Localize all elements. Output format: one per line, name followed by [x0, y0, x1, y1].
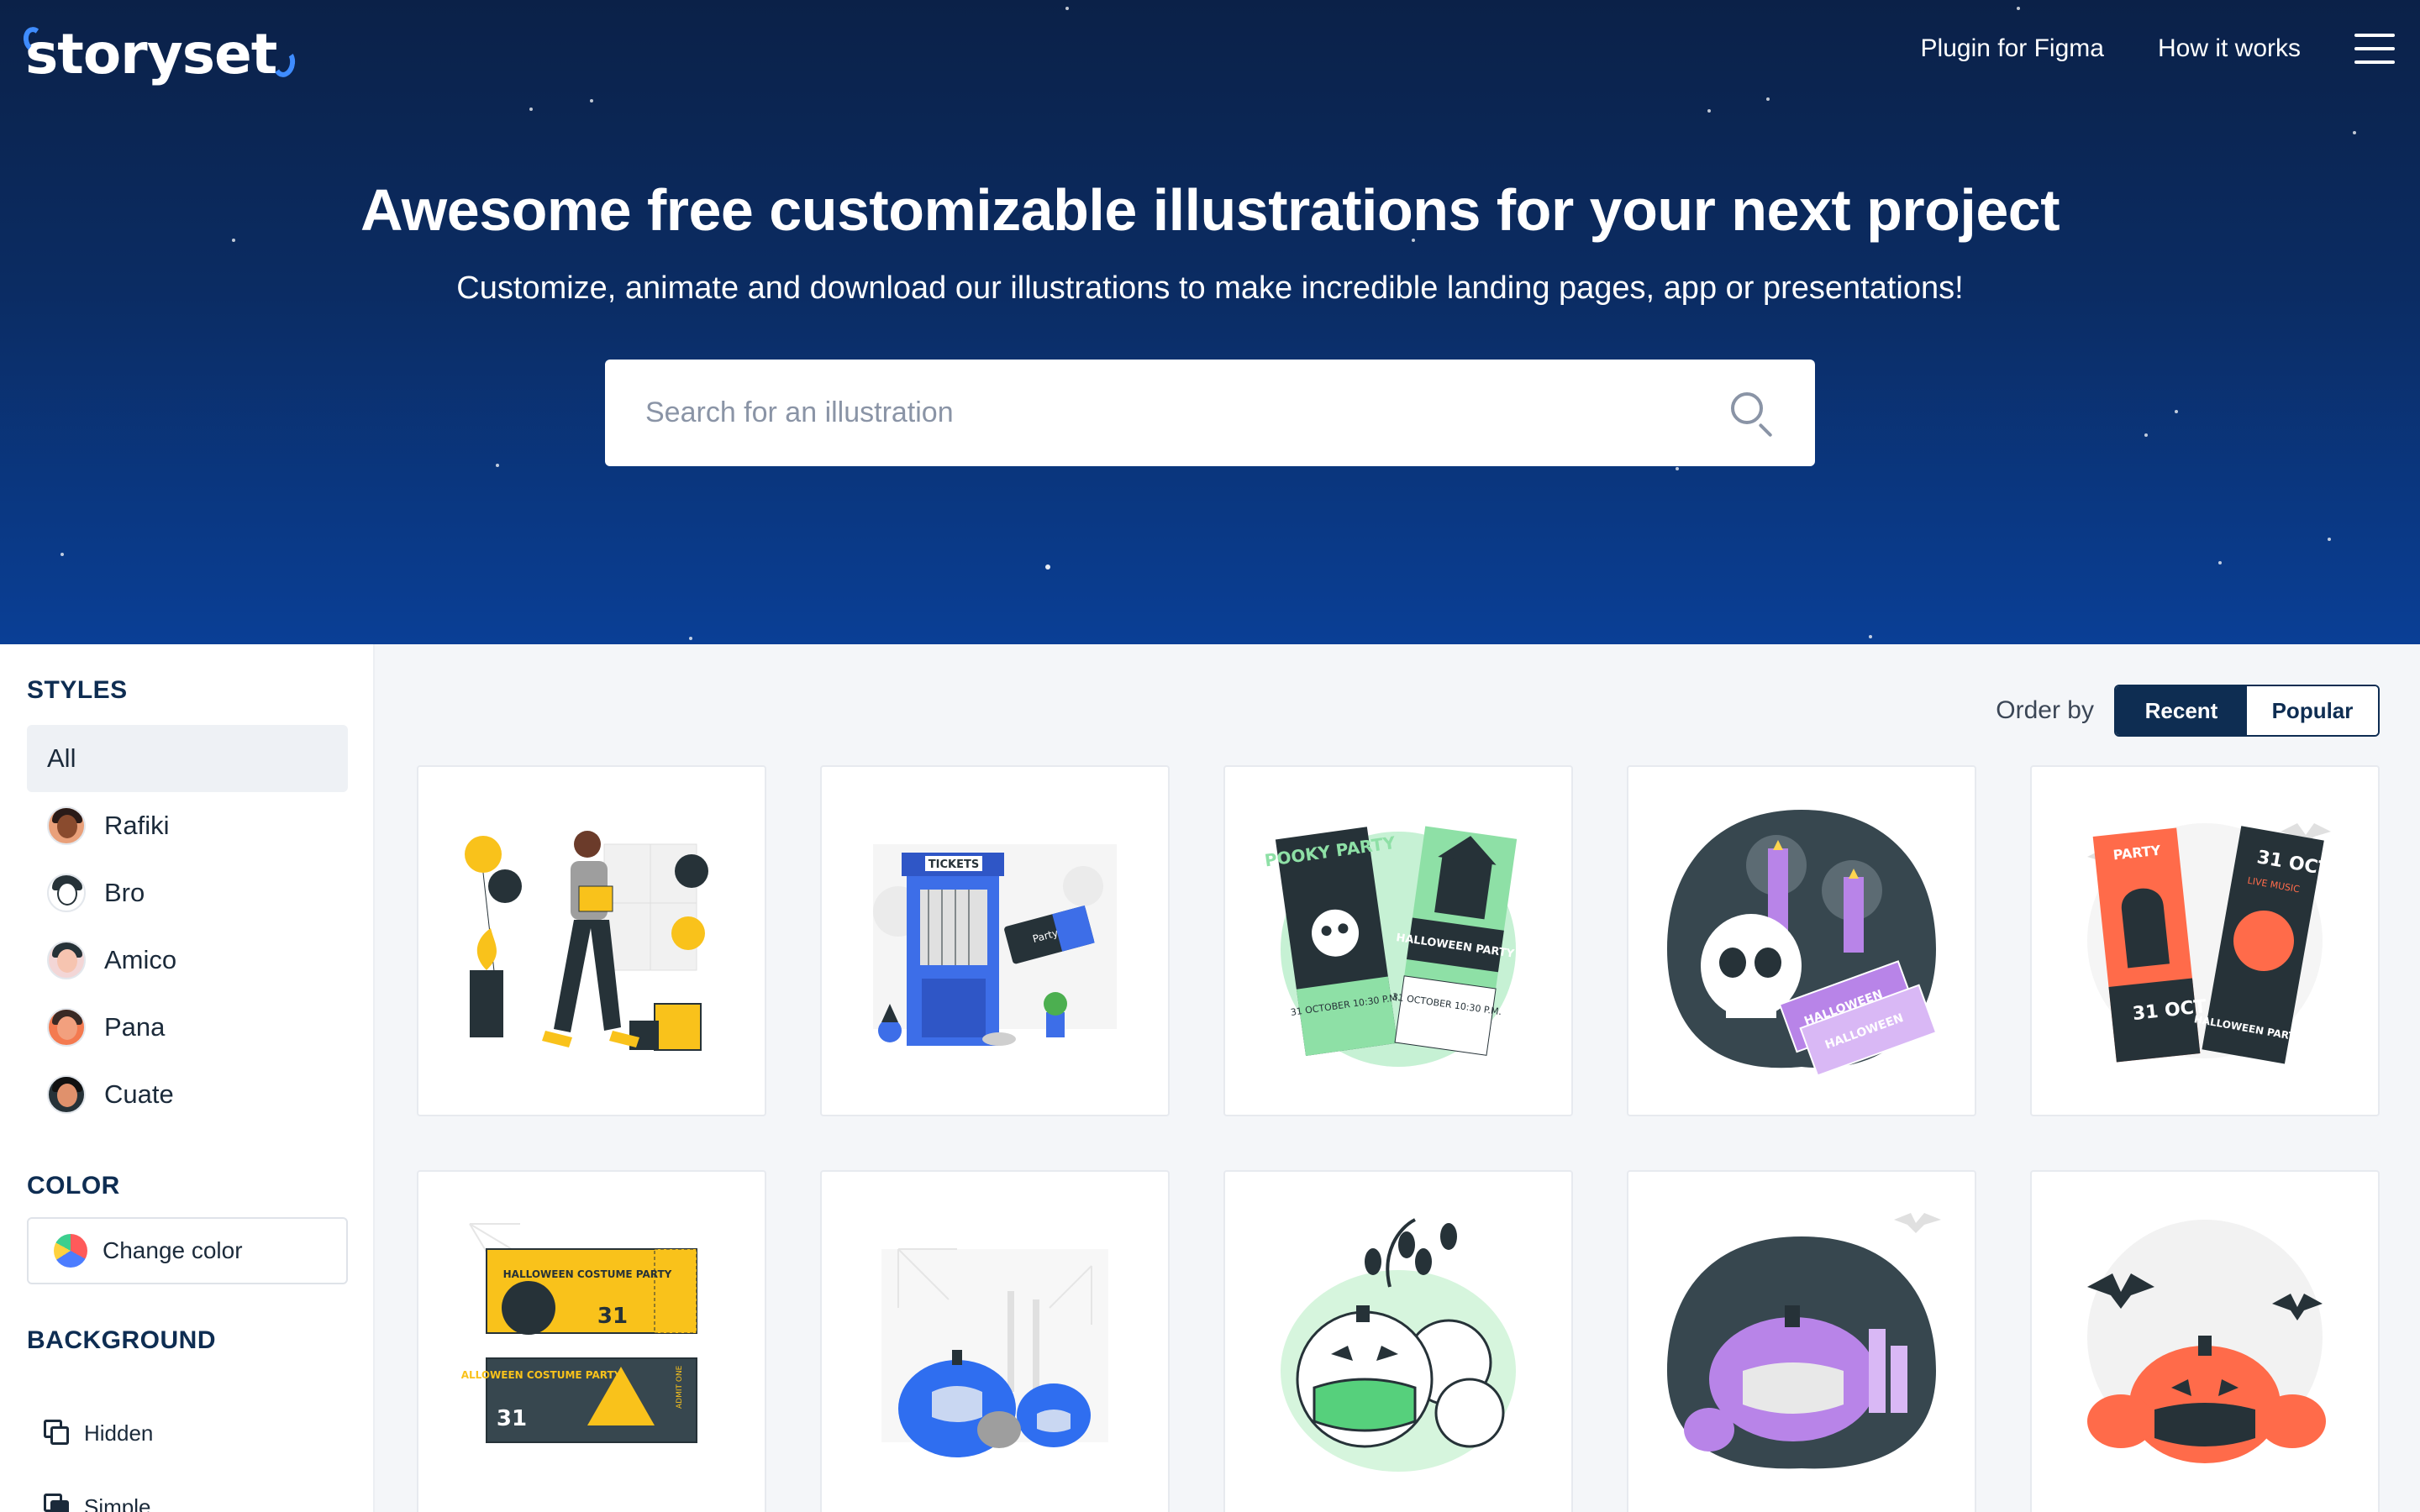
star	[2218, 561, 2222, 564]
style-label: Pana	[104, 1012, 166, 1042]
ticket-date-text: 31	[597, 1304, 628, 1329]
illustration-card[interactable]	[1627, 1170, 1976, 1512]
search-bar	[605, 360, 1815, 466]
star	[2328, 538, 2331, 541]
background-hidden[interactable]: Hidden	[44, 1412, 153, 1454]
style-label: All	[47, 743, 76, 773]
color-heading: COLOR	[27, 1172, 120, 1200]
order-recent-button[interactable]: Recent	[2116, 686, 2247, 735]
style-label: Rafiki	[104, 811, 170, 840]
background-option-label: Simple	[84, 1494, 151, 1512]
masked-purple-pumpkin-illustration	[1667, 1213, 1941, 1469]
style-label: Bro	[104, 878, 145, 907]
illustration-card[interactable]: HALLOWEEN COSTUME PARTY 31 HALLOWEEN COS…	[417, 1170, 766, 1512]
styles-heading: STYLES	[27, 676, 128, 704]
order-popular-button[interactable]: Popular	[2247, 686, 2378, 735]
layers-filled-icon	[44, 1494, 71, 1512]
star	[529, 108, 533, 111]
style-bro[interactable]: Bro	[27, 859, 348, 927]
hero-title: Awesome free customizable illustrations …	[360, 177, 2060, 243]
star	[1045, 564, 1050, 570]
filters-sidebar: STYLES All Rafiki Bro Amico Pana Cuate C…	[0, 644, 375, 1512]
star	[1676, 467, 1679, 470]
style-label: Amico	[104, 945, 177, 974]
style-pana[interactable]: Pana	[27, 994, 348, 1061]
pana-avatar	[47, 1008, 86, 1047]
menu-icon[interactable]	[2354, 34, 2395, 64]
star	[689, 637, 692, 640]
order-by-control: Order by Recent Popular	[1996, 685, 2380, 737]
change-color-button[interactable]: Change color	[27, 1217, 348, 1284]
star	[1869, 635, 1872, 638]
style-all[interactable]: All	[27, 725, 348, 792]
star	[1065, 7, 1069, 10]
star	[2353, 131, 2356, 134]
background-option-label: Hidden	[84, 1420, 154, 1446]
star	[2144, 433, 2148, 437]
skull-candles-tickets-illustration: HALLOWEEN HALLOWEEN	[1667, 810, 1938, 1077]
illustration-card[interactable]: SPOOKY PARTY 31 OCTOBER 10:30 P.M. HALLO…	[1223, 765, 1573, 1116]
illustration-card[interactable]: PARTY 31 OCT 31 OCT LIVE MUSIC HALLOWEEN…	[2030, 765, 2380, 1116]
rafiki-avatar	[47, 806, 86, 845]
change-color-label: Change color	[103, 1237, 243, 1263]
search-icon[interactable]	[1729, 391, 1775, 438]
storyset-logo[interactable]: storyset	[21, 20, 298, 87]
party-tombstone-tickets-illustration: PARTY 31 OCT 31 OCT LIVE MUSIC HALLOWEEN…	[2087, 823, 2332, 1064]
star	[496, 464, 499, 467]
nav-how-it-works[interactable]: How it works	[2158, 34, 2301, 63]
star	[2017, 7, 2020, 10]
order-by-label: Order by	[1996, 696, 2094, 724]
illustration-card[interactable]	[2030, 1170, 2380, 1512]
search-input[interactable]	[645, 396, 1729, 429]
masked-blue-pumpkins-illustration	[881, 1248, 1108, 1457]
illustration-card[interactable]	[1223, 1170, 1573, 1512]
logo-text: storyset	[25, 21, 277, 87]
ticket-title-text: HALLOWEEN COSTUME PARTY	[461, 1369, 622, 1381]
halloween-costume-party-tickets-illustration: HALLOWEEN COSTUME PARTY 31 HALLOWEEN COS…	[461, 1223, 697, 1443]
styles-list: All Rafiki Bro Amico Pana Cuate	[27, 725, 348, 1128]
cuate-avatar	[47, 1075, 86, 1114]
booth-sign-text: TICKETS	[929, 858, 979, 871]
amico-avatar	[47, 941, 86, 979]
spooky-party-tickets-illustration: SPOOKY PARTY 31 OCTOBER 10:30 P.M. HALLO…	[1264, 826, 1518, 1067]
layers-icon	[44, 1420, 71, 1446]
ticket-date-text: 31	[497, 1406, 527, 1431]
style-amico[interactable]: Amico	[27, 927, 348, 994]
star	[60, 553, 64, 556]
color-wheel-icon	[54, 1234, 87, 1268]
illustration-gallery: Order by Recent Popular TICKETS Party SP…	[375, 644, 2420, 1512]
star	[2175, 410, 2178, 413]
nav-plugin-for-figma[interactable]: Plugin for Figma	[1921, 34, 2104, 63]
illustration-card[interactable]	[820, 1170, 1170, 1512]
masked-orange-pumpkin-illustration	[2087, 1220, 2326, 1463]
illustration-card[interactable]	[417, 765, 766, 1116]
ticket-title-text: HALLOWEEN COSTUME PARTY	[503, 1268, 672, 1280]
style-rafiki[interactable]: Rafiki	[27, 792, 348, 859]
illustration-card[interactable]: HALLOWEEN HALLOWEEN	[1627, 765, 1976, 1116]
background-heading: BACKGROUND	[27, 1326, 216, 1354]
hero-banner: storyset Plugin for Figma How it works A…	[0, 0, 2420, 644]
bro-avatar	[47, 874, 86, 912]
star	[590, 99, 593, 102]
illustration-card[interactable]: TICKETS Party	[820, 765, 1170, 1116]
style-label: Cuate	[104, 1079, 174, 1109]
top-nav: Plugin for Figma How it works	[1921, 34, 2395, 64]
star	[1766, 97, 1770, 101]
woman-carrying-gifts-illustration	[465, 831, 708, 1051]
ticket-booth-illustration: TICKETS Party	[873, 844, 1117, 1046]
hero-subtitle: Customize, animate and download our illu…	[456, 270, 1964, 306]
masked-green-pumpkins-illustration	[1281, 1218, 1516, 1472]
ticket-admit-text: ADMIT ONE	[676, 1365, 684, 1409]
star	[1707, 109, 1711, 113]
background-simple[interactable]: Simple	[44, 1486, 150, 1512]
style-cuate[interactable]: Cuate	[27, 1061, 348, 1128]
order-toggle: Recent Popular	[2114, 685, 2380, 737]
